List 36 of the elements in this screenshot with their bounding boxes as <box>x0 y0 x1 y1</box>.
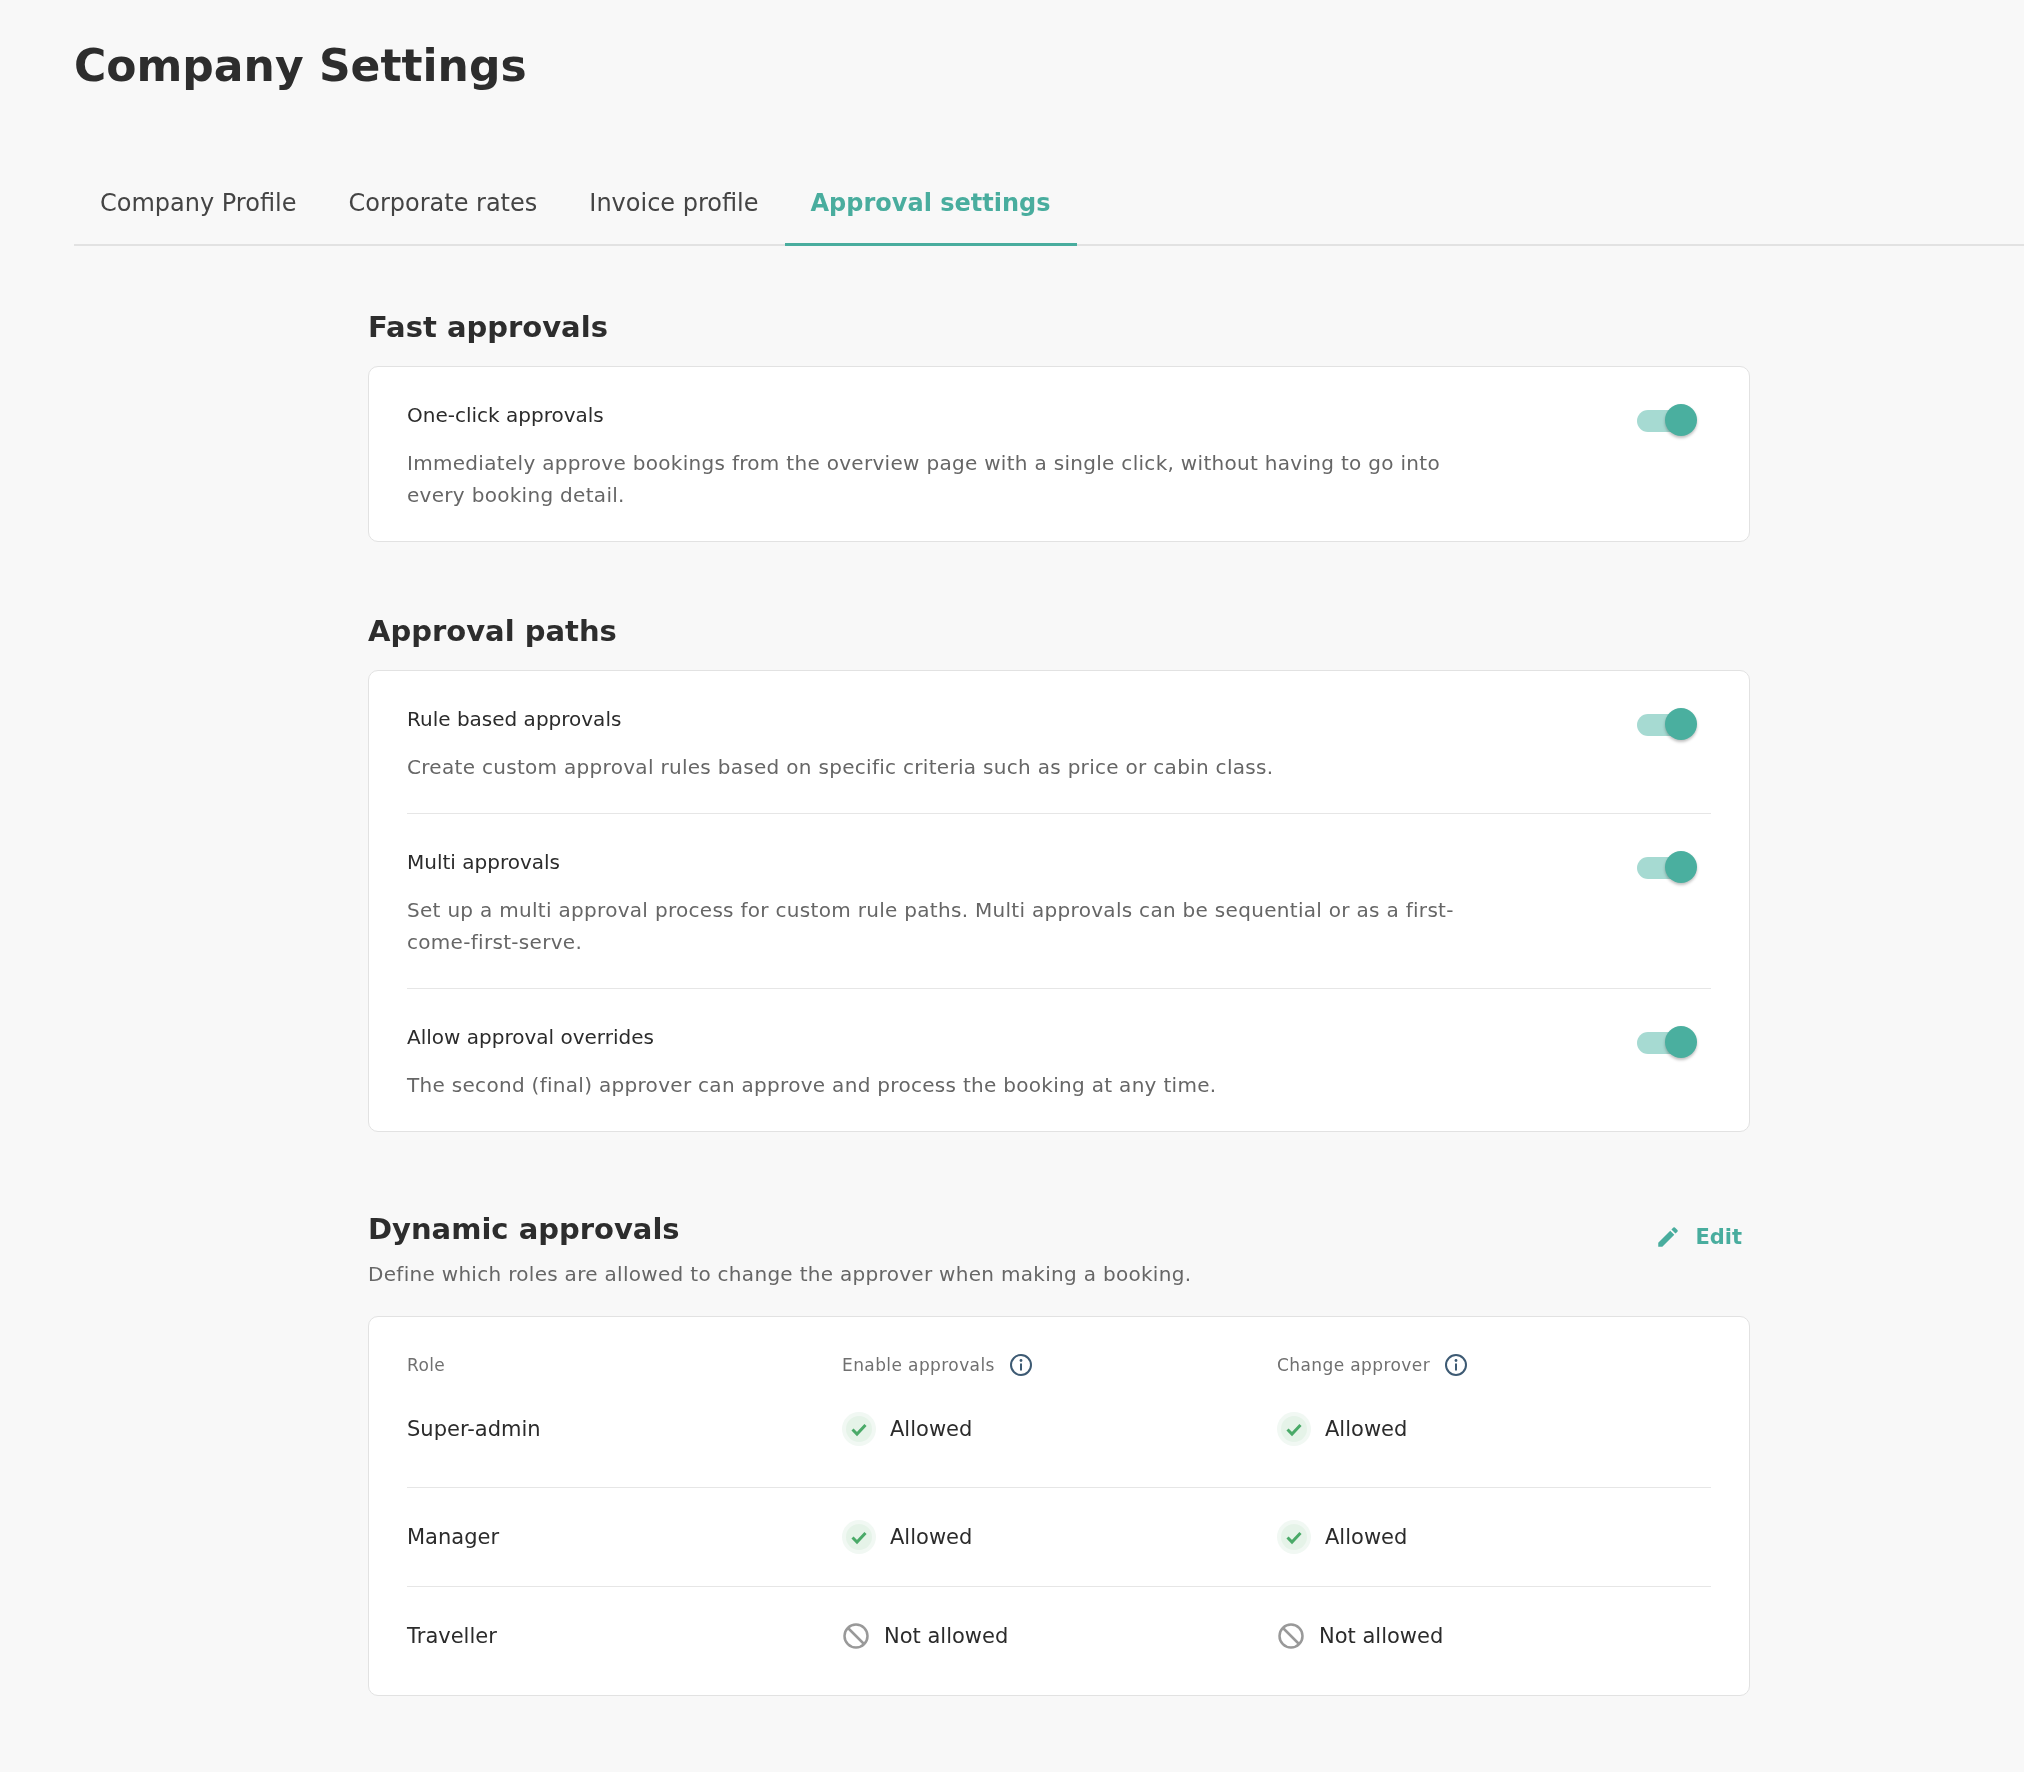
setting-description: The second (final) approver can approve and process the booking at any time. <box>407 1072 1217 1099</box>
section-heading: Approval paths <box>368 614 618 648</box>
column-header: Enable approvals <box>842 1355 995 1375</box>
prohibited-icon <box>842 1622 870 1650</box>
status-text: Allowed <box>1325 1525 1408 1549</box>
role-cell-text: Super-admin <box>407 1417 542 1441</box>
role-cell-text: Manager <box>407 1525 501 1549</box>
role-cell-text: Traveller <box>407 1624 498 1648</box>
check-icon <box>1277 1412 1311 1446</box>
info-icon[interactable] <box>1444 1353 1468 1377</box>
setting-description: Set up a multi approval process for custom rule paths. Multi approvals can be sequential or as a first-come-first-serve. <box>407 897 1455 956</box>
info-icon[interactable] <box>1008 1353 1033 1377</box>
status-text: Allowed <box>890 1525 973 1549</box>
page-title: Company Settings <box>74 40 528 91</box>
setting-title: Allow approval overrides <box>407 1025 655 1049</box>
check-icon <box>842 1520 876 1554</box>
section-heading: Fast approvals <box>368 310 609 344</box>
column-header: Role <box>407 1355 446 1375</box>
prohibited-icon <box>1277 1622 1305 1650</box>
status-text: Allowed <box>890 1417 973 1441</box>
setting-title: Multi approvals <box>407 850 561 874</box>
setting-title: One-click approvals <box>407 403 605 427</box>
tab[interactable]: Corporate rates <box>322 189 564 246</box>
status-text: Not allowed <box>1319 1624 1444 1648</box>
tab[interactable]: Company Profile <box>74 189 323 246</box>
section-description: Define which roles are allowed to change the approver when making a booking. <box>368 1262 1193 1286</box>
setting-description: Immediately approve bookings from the overview page with a single click, without having to go into every booking detail. <box>407 450 1441 509</box>
tab[interactable]: Invoice profile <box>563 189 785 246</box>
setting-description: Create custom approval rules based on specific criteria such as price or cabin class. <box>407 754 1274 781</box>
status-text: Not allowed <box>884 1624 1009 1648</box>
check-icon <box>842 1412 876 1446</box>
setting-title: Rule based approvals <box>407 707 623 731</box>
check-icon <box>1277 1520 1311 1554</box>
section-heading: Dynamic approvals <box>368 1212 680 1246</box>
column-header: Change approver <box>1277 1355 1430 1375</box>
status-text: Allowed <box>1325 1417 1408 1441</box>
